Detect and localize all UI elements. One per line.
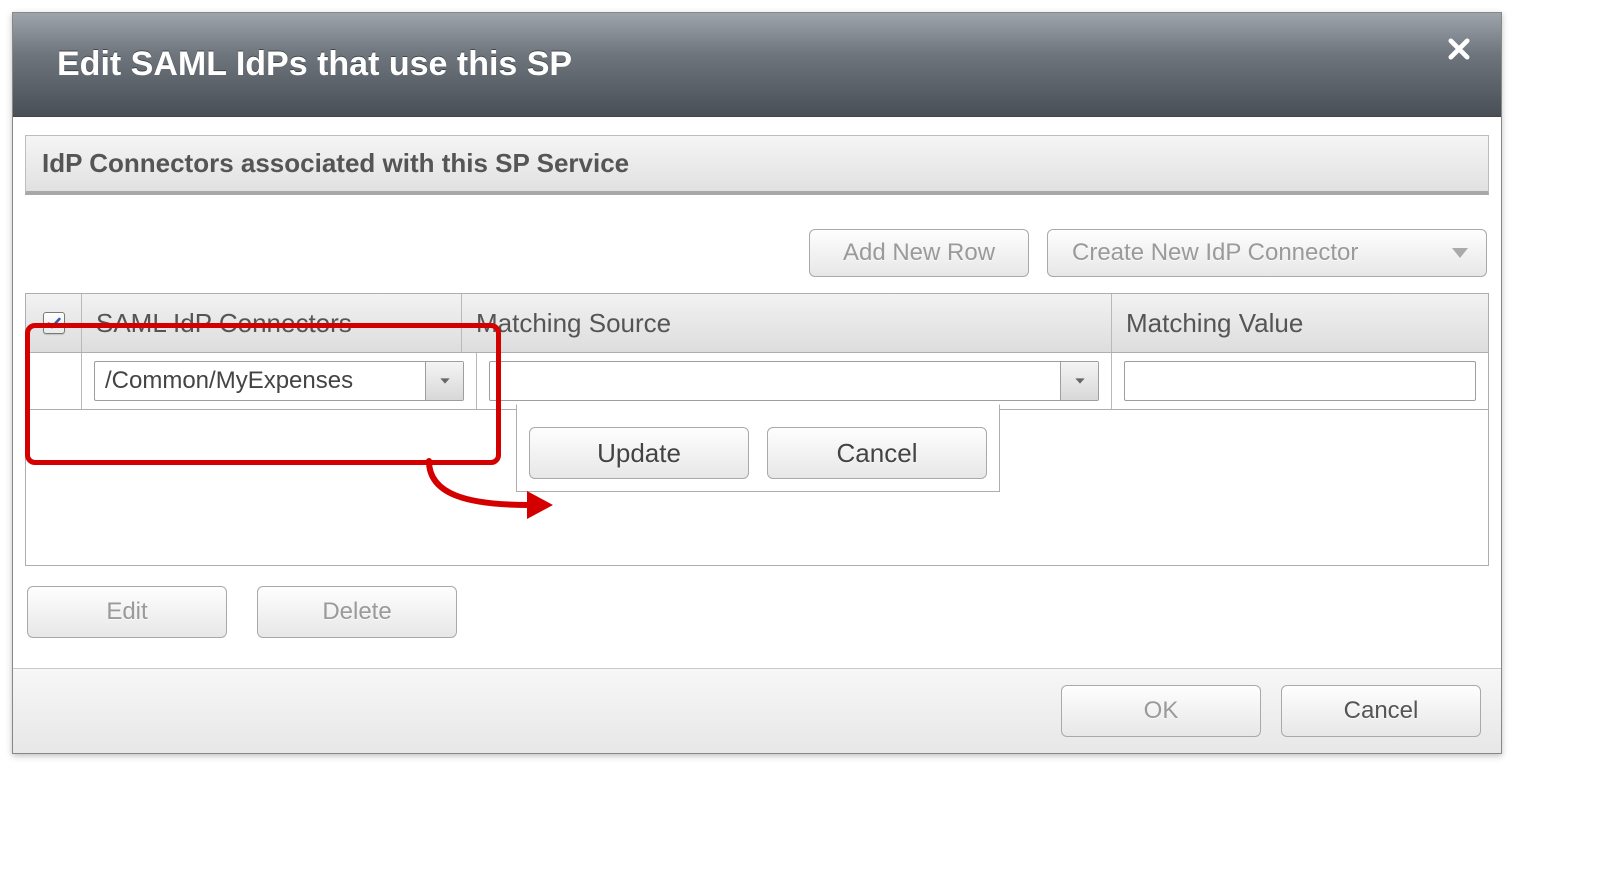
- dialog-header: Edit SAML IdPs that use this SP: [13, 13, 1501, 117]
- row-matching-source-cell: [477, 353, 1112, 409]
- grid-body-spacer: Update Cancel: [25, 410, 1489, 566]
- matching-source-input[interactable]: [490, 362, 1060, 400]
- toolbar: Add New Row Create New IdP Connector: [25, 195, 1489, 293]
- ok-button[interactable]: OK: [1061, 685, 1261, 737]
- chevron-down-icon[interactable]: [1060, 362, 1098, 400]
- update-label: Update: [597, 438, 681, 469]
- table-row: [26, 353, 1488, 410]
- row-connector-cell: [82, 353, 477, 409]
- grid-header-row: SAML IdP Connectors Matching Source Matc…: [26, 294, 1488, 353]
- grid-actions: Edit Delete: [25, 566, 1489, 660]
- add-new-row-button[interactable]: Add New Row: [809, 229, 1029, 277]
- idp-connectors-grid: SAML IdP Connectors Matching Source Matc…: [25, 293, 1489, 410]
- row-inline-actions: Update Cancel: [516, 404, 1000, 492]
- column-header-connectors[interactable]: SAML IdP Connectors: [82, 294, 462, 352]
- chevron-down-icon[interactable]: [425, 362, 463, 400]
- select-all-checkbox[interactable]: [43, 312, 65, 334]
- matching-value-input[interactable]: [1124, 361, 1476, 401]
- edit-button-label: Edit: [106, 598, 147, 626]
- chevron-down-icon: [1452, 248, 1468, 258]
- column-header-matching-source[interactable]: Matching Source: [462, 294, 1112, 352]
- column-header-checkbox[interactable]: [26, 294, 82, 352]
- cancel-button-label: Cancel: [1344, 697, 1419, 725]
- dialog-body: IdP Connectors associated with this SP S…: [13, 117, 1501, 668]
- dialog: Edit SAML IdPs that use this SP IdP Conn…: [12, 12, 1502, 754]
- ok-button-label: OK: [1144, 697, 1179, 725]
- create-new-idp-connector-button[interactable]: Create New IdP Connector: [1047, 229, 1487, 277]
- update-button[interactable]: Update: [529, 427, 749, 479]
- saml-idp-connector-select[interactable]: [94, 361, 464, 401]
- section-heading: IdP Connectors associated with this SP S…: [25, 135, 1489, 195]
- cancel-inline-button[interactable]: Cancel: [767, 427, 987, 479]
- edit-button[interactable]: Edit: [27, 586, 227, 638]
- delete-button-label: Delete: [322, 598, 391, 626]
- close-icon[interactable]: [1445, 35, 1473, 63]
- dialog-title: Edit SAML IdPs that use this SP: [57, 45, 572, 84]
- cancel-inline-label: Cancel: [837, 438, 918, 469]
- matching-source-select[interactable]: [489, 361, 1099, 401]
- row-matching-value-cell: [1112, 353, 1488, 409]
- delete-button[interactable]: Delete: [257, 586, 457, 638]
- row-checkbox-cell: [26, 353, 82, 409]
- column-header-matching-value[interactable]: Matching Value: [1112, 294, 1488, 352]
- saml-idp-connector-input[interactable]: [95, 362, 425, 400]
- cancel-button[interactable]: Cancel: [1281, 685, 1481, 737]
- dialog-footer: OK Cancel: [13, 668, 1501, 753]
- add-new-row-label: Add New Row: [843, 239, 995, 267]
- create-new-idp-connector-label: Create New IdP Connector: [1072, 239, 1358, 267]
